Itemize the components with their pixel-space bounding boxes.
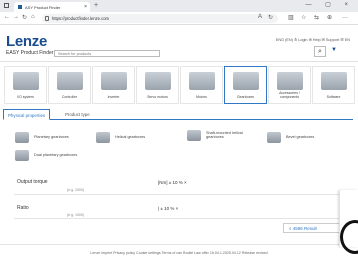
category-label: Gearboxes [236, 95, 255, 100]
helical-gearbox-icon [96, 132, 110, 143]
category-label: Accessories / components [279, 91, 300, 100]
io-system-icon [13, 72, 39, 90]
read-aloud-icon[interactable]: A [258, 14, 262, 20]
category-label: Servo motors [147, 95, 168, 100]
forward-icon[interactable]: → [13, 14, 19, 20]
cart-icon: ▼ [331, 47, 337, 53]
category-label: Inverter [107, 95, 120, 100]
home-icon[interactable]: ⌂ [31, 14, 35, 20]
category-servo-motors[interactable]: Servo motors [136, 66, 179, 104]
search-icon: ⌕ [318, 48, 322, 55]
category-motors[interactable]: Motors [180, 66, 223, 104]
extensions-icon[interactable]: ⊕ [327, 14, 332, 21]
option-label: Shaft-mounted helical gearboxes [206, 131, 243, 139]
option-helical-gearboxes[interactable]: Helical gearboxes [96, 132, 156, 144]
result-label: 4596 Result [292, 226, 317, 231]
product-search-input[interactable]: Search for products [54, 50, 160, 57]
lenze-logo[interactable]: Lenze [6, 33, 47, 50]
option-bevel-gearboxes[interactable]: Bevel gearboxes [267, 132, 327, 144]
new-tab-button[interactable]: + [94, 2, 98, 9]
option-dual-planetary-gearboxes[interactable]: Dual planetary gearboxes [15, 150, 95, 162]
output-torque-unit[interactable]: [Nm] ± 10 % × [158, 180, 187, 185]
site-subtitle: EASY Product Finder [6, 50, 54, 56]
option-label: Helical gearboxes [115, 135, 146, 139]
category-controller[interactable]: Controller [48, 66, 91, 104]
browser-tab[interactable]: ASY Product Finder × [14, 2, 90, 12]
refresh-page-icon[interactable]: ↻ [268, 14, 273, 21]
inverter-icon [101, 72, 127, 90]
category-accessories[interactable]: Accessories / components [268, 66, 311, 104]
category-io-system[interactable]: I/O system [4, 66, 47, 104]
tab-strip: ASY Product Finder × + — ▢ × [0, 0, 358, 12]
reload-icon[interactable]: ↻ [22, 14, 27, 21]
dual-planetary-gearbox-icon [15, 150, 29, 161]
category-label: Controller [61, 95, 78, 100]
back-icon[interactable]: ← [4, 14, 10, 20]
planetary-gearbox-icon [15, 132, 29, 143]
close-tab-icon[interactable]: × [84, 4, 87, 10]
servo-motor-icon [145, 72, 171, 90]
cart-button[interactable]: ▼ [331, 47, 337, 53]
window-menu-icon[interactable] [4, 3, 9, 8]
ratio-unit[interactable]: | ± 10 % × [158, 206, 178, 211]
collections-icon[interactable]: ⇆ [314, 14, 319, 21]
lock-icon [45, 16, 49, 21]
motor-icon [189, 72, 215, 90]
tab-product-type[interactable]: Product type [61, 109, 94, 120]
software-icon [321, 72, 347, 90]
top-links[interactable]: ENG (EN) ≛ Login ⊕ Help ✉ Support ☰ EN [276, 37, 350, 42]
category-label: I/O system [17, 95, 34, 100]
category-inverter[interactable]: Inverter [92, 66, 135, 104]
option-label: Bevel gearboxes [286, 135, 315, 139]
option-label: Planetary gearboxes [34, 135, 69, 139]
favicon-icon [18, 5, 22, 9]
gearbox-icon [233, 72, 259, 90]
window-controls[interactable]: — ▢ × [305, 1, 354, 8]
output-torque-hint: (e.g. 1000) [67, 188, 84, 192]
more-menu-icon[interactable]: … [342, 14, 348, 20]
category-label: Motors [196, 95, 207, 100]
category-gearboxes[interactable]: Gearboxes [224, 66, 267, 104]
address-bar: ← → ↻ ⌂ https://productfinder.lenze.com … [0, 12, 358, 25]
option-label: Dual planetary gearboxes [34, 153, 78, 157]
accessories-icon [277, 72, 303, 90]
result-button[interactable]: ⌕ 4596 Result [283, 223, 340, 233]
favorite-icon[interactable]: ☆ [301, 14, 306, 21]
header-divider [0, 61, 358, 62]
split-screen-icon[interactable]: ▥ [288, 14, 294, 21]
tab-title: ASY Product Finder [25, 5, 61, 10]
option-shaft-mounted-gearboxes[interactable]: Shaft-mounted helical gearboxes [187, 130, 253, 142]
property-tabs: Physical properties Product type [3, 109, 353, 120]
output-torque-input-line[interactable] [14, 194, 343, 195]
shaft-mounted-gearbox-icon [187, 130, 201, 141]
ratio-hint: (e.g. 1000) [67, 213, 84, 217]
url-field[interactable]: https://productfinder.lenze.com [42, 14, 278, 23]
option-planetary-gearboxes[interactable]: Planetary gearboxes [15, 132, 75, 144]
url-text: https://productfinder.lenze.com [52, 16, 110, 21]
output-torque-label: Output torque [17, 179, 48, 185]
category-software[interactable]: Software [312, 66, 355, 104]
browser-window: ASY Product Finder × + — ▢ × ← → ↻ ⌂ htt… [0, 0, 358, 261]
category-label: Software [326, 95, 341, 100]
bevel-gearbox-icon [267, 132, 281, 143]
search-button[interactable]: ⌕ [314, 46, 326, 57]
controller-icon [57, 72, 83, 90]
footer[interactable]: Lenze Imprint Privacy policy Cookie sett… [0, 244, 358, 261]
ratio-input-line[interactable] [14, 218, 343, 219]
ratio-label: Ratio [17, 205, 29, 211]
tab-physical-properties[interactable]: Physical properties [3, 109, 51, 120]
